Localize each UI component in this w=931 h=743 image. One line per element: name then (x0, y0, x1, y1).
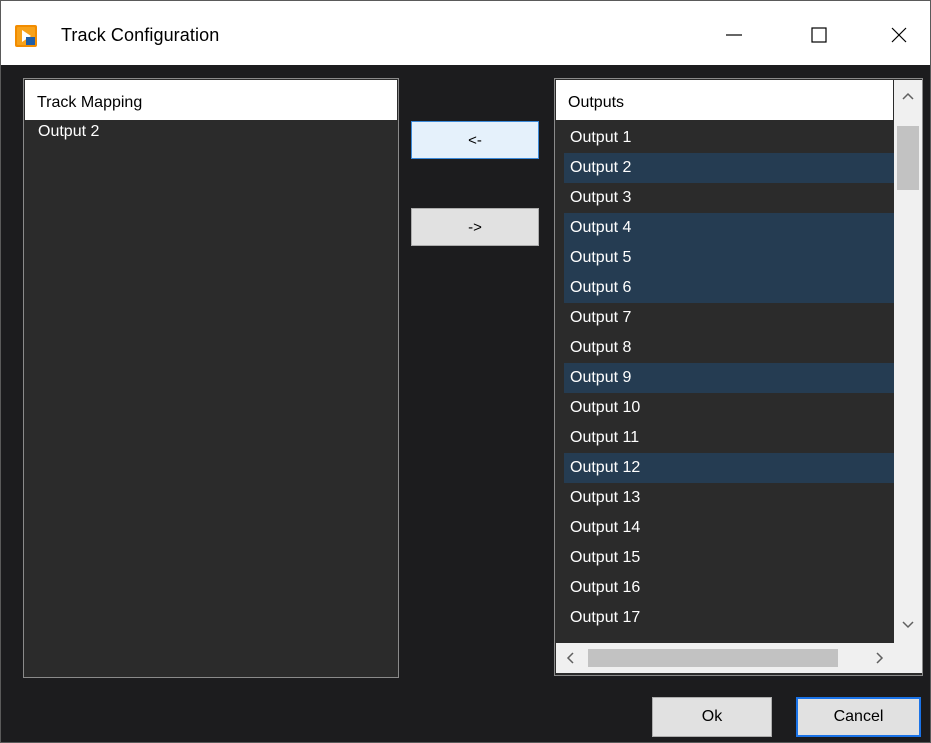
close-icon (891, 27, 907, 43)
track-configuration-window: Track Configuration Track Mapping Output… (0, 0, 931, 743)
output-list-item[interactable]: Output 9 (564, 363, 894, 393)
dialog-content: Track Mapping Output 2 <- -> Outputs Out… (1, 65, 930, 742)
track-mapping-header: Track Mapping (25, 80, 397, 120)
vertical-scrollbar[interactable] (894, 80, 922, 643)
output-list-item[interactable]: Output 14 (564, 513, 894, 543)
remove-from-mapping-button[interactable]: -> (411, 208, 539, 246)
track-mapping-list[interactable]: Track Mapping Output 2 (23, 78, 399, 678)
output-list-item[interactable]: Output 2 (564, 153, 894, 183)
output-list-item[interactable]: Output 6 (564, 273, 894, 303)
output-list-item[interactable]: Output 3 (564, 183, 894, 213)
outputs-header: Outputs (556, 80, 893, 120)
track-mapping-item[interactable]: Output 2 (32, 121, 392, 151)
output-list-item[interactable]: Output 11 (564, 423, 894, 453)
horizontal-scrollbar[interactable] (556, 643, 894, 673)
vertical-scroll-thumb[interactable] (897, 126, 919, 190)
scroll-left-icon[interactable] (560, 648, 580, 668)
output-list-item[interactable]: Output 16 (564, 573, 894, 603)
scroll-up-icon[interactable] (894, 86, 922, 106)
maximize-button[interactable] (796, 15, 842, 55)
horizontal-scroll-thumb[interactable] (588, 649, 838, 667)
ok-button[interactable]: Ok (652, 697, 772, 737)
output-list-item[interactable]: Output 1 (564, 123, 894, 153)
output-list-item[interactable]: Output 15 (564, 543, 894, 573)
scrollbar-corner (894, 643, 922, 673)
cancel-button[interactable]: Cancel (796, 697, 921, 737)
output-list-item[interactable]: Output 7 (564, 303, 894, 333)
minimize-icon (726, 34, 742, 36)
output-list-item[interactable]: Output 5 (564, 243, 894, 273)
outputs-list[interactable]: Outputs Output 1 Output 2 Output 3 Output 4… (554, 78, 923, 676)
title-bar: Track Configuration (1, 1, 930, 65)
output-list-item[interactable]: Output 8 (564, 333, 894, 363)
output-list-item[interactable]: Output 10 (564, 393, 894, 423)
minimize-button[interactable] (711, 15, 757, 55)
app-icon (15, 25, 37, 47)
scroll-down-icon[interactable] (894, 615, 922, 635)
add-to-mapping-button[interactable]: <- (411, 121, 539, 159)
maximize-icon (811, 27, 827, 43)
output-list-item[interactable]: Output 13 (564, 483, 894, 513)
output-list-item[interactable]: Output 12 (564, 453, 894, 483)
output-list-item[interactable]: Output 17 (564, 603, 894, 633)
output-list-item[interactable]: Output 4 (564, 213, 894, 243)
close-button[interactable] (876, 15, 922, 55)
window-title: Track Configuration (61, 25, 220, 45)
scroll-right-icon[interactable] (870, 648, 890, 668)
